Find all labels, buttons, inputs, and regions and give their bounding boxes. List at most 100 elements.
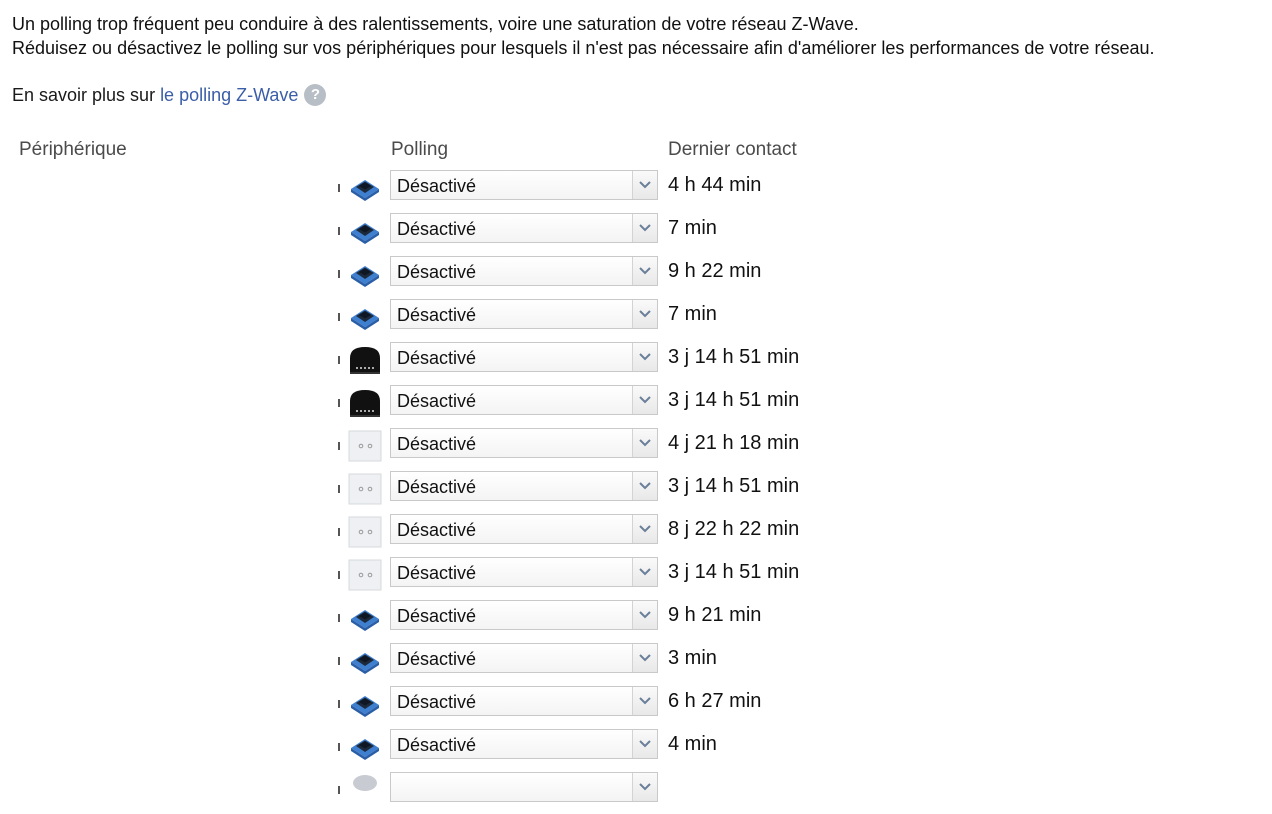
device-name-fragment [338, 270, 340, 278]
chevron-down-icon[interactable] [632, 429, 657, 457]
polling-select[interactable]: Désactivé [390, 643, 658, 673]
device-name-fragment [338, 442, 340, 450]
last-contact-value: 3 min [668, 647, 717, 669]
polling-zwave-link[interactable]: le polling Z-Wave [160, 83, 298, 107]
polling-value: Désactivé [397, 262, 477, 282]
table-row: Désactivé 7 min [0, 212, 1272, 255]
polling-select[interactable]: Désactivé [390, 600, 658, 630]
blue-module-icon [348, 602, 382, 634]
table-row: Désactivé 4 min [0, 728, 1272, 771]
polling-select[interactable]: Désactivé [390, 385, 658, 415]
last-contact-value: 4 j 21 h 18 min [668, 432, 800, 454]
polling-select[interactable]: Désactivé [390, 686, 658, 716]
table-row: Désactivé 3 min [0, 642, 1272, 685]
table-row: Désactivé 9 h 22 min [0, 255, 1272, 298]
wall-switch-icon [348, 430, 382, 462]
device-name-fragment [338, 184, 340, 192]
polling-select[interactable]: Désactivé [390, 170, 658, 200]
chevron-down-icon[interactable] [632, 601, 657, 629]
polling-select[interactable]: Désactivé [390, 729, 658, 759]
chevron-down-icon[interactable] [632, 300, 657, 328]
polling-select[interactable]: Désactivé [390, 299, 658, 329]
device-name-fragment [338, 313, 340, 321]
device-name-fragment [338, 227, 340, 235]
learn-more-prefix: En savoir plus sur [12, 85, 156, 105]
polling-select[interactable]: Désactivé [390, 428, 658, 458]
help-icon[interactable]: ? [304, 84, 327, 106]
polling-value: Désactivé [397, 692, 477, 712]
last-contact-value: 3 j 14 h 51 min [668, 561, 800, 583]
intro-text: Un polling trop fréquent peu conduire à … [12, 12, 1154, 60]
table-row [0, 771, 1272, 814]
chevron-down-icon[interactable] [632, 257, 657, 285]
intro-line-2: Réduisez ou désactivez le polling sur vo… [12, 38, 1155, 58]
blue-module-icon [348, 688, 382, 720]
last-contact-value: 9 h 22 min [668, 260, 762, 282]
polling-value: Désactivé [397, 219, 477, 239]
last-contact-value: 6 h 27 min [668, 690, 762, 712]
device-table: Désactivé 4 h 44 min Désactivé 7 min Désacti… [0, 169, 1272, 814]
last-contact-value: 7 min [668, 303, 717, 325]
chevron-down-icon[interactable] [632, 472, 657, 500]
polling-select[interactable]: Désactivé [390, 213, 658, 243]
blue-module-icon [348, 258, 382, 290]
device-name-fragment [338, 356, 340, 364]
device-name-fragment [338, 614, 340, 622]
round-sensor-icon [348, 774, 382, 806]
chevron-down-icon[interactable] [632, 644, 657, 672]
polling-select[interactable]: Désactivé [390, 514, 658, 544]
polling-value: Désactivé [397, 477, 477, 497]
device-name-fragment [338, 700, 340, 708]
polling-select[interactable]: Désactivé [390, 557, 658, 587]
polling-select[interactable]: Désactivé [390, 471, 658, 501]
table-row: Désactivé 9 h 21 min [0, 599, 1272, 642]
table-row: Désactivé 3 j 14 h 51 min [0, 470, 1272, 513]
device-name-fragment [338, 657, 340, 665]
blue-module-icon [348, 301, 382, 333]
chevron-down-icon[interactable] [632, 386, 657, 414]
polling-value: Désactivé [397, 434, 477, 454]
last-contact-value: 9 h 21 min [668, 604, 762, 626]
polling-value: Désactivé [397, 735, 477, 755]
last-contact-value: 3 j 14 h 51 min [668, 346, 800, 368]
polling-value: Désactivé [397, 563, 477, 583]
chevron-down-icon[interactable] [632, 171, 657, 199]
chevron-down-icon[interactable] [632, 343, 657, 371]
polling-select[interactable]: Désactivé [390, 342, 658, 372]
last-contact-value: 7 min [668, 217, 717, 239]
header-device: Périphérique [19, 139, 127, 160]
device-name-fragment [338, 485, 340, 493]
table-row: Désactivé 8 j 22 h 22 min [0, 513, 1272, 556]
blue-module-icon [348, 215, 382, 247]
chevron-down-icon[interactable] [632, 730, 657, 758]
last-contact-value: 4 min [668, 733, 717, 755]
table-row: Désactivé 4 h 44 min [0, 169, 1272, 212]
polling-value: Désactivé [397, 305, 477, 325]
learn-more: En savoir plus sur le polling Z-Wave ? [12, 83, 327, 107]
header-polling: Polling [391, 139, 449, 160]
chevron-down-icon[interactable] [632, 558, 657, 586]
polling-select[interactable]: Désactivé [390, 256, 658, 286]
chevron-down-icon[interactable] [632, 773, 657, 801]
polling-value: Désactivé [397, 348, 477, 368]
last-contact-value: 3 j 14 h 51 min [668, 475, 800, 497]
polling-value: Désactivé [397, 176, 477, 196]
table-row: Désactivé 4 j 21 h 18 min [0, 427, 1272, 470]
device-name-fragment [338, 399, 340, 407]
header-last-contact: Dernier contact [668, 139, 797, 160]
chevron-down-icon[interactable] [632, 214, 657, 242]
chevron-down-icon[interactable] [632, 687, 657, 715]
polling-value: Désactivé [397, 606, 477, 626]
device-name-fragment [338, 786, 340, 794]
intro-line-1: Un polling trop fréquent peu conduire à … [12, 14, 859, 34]
table-row: Désactivé 3 j 14 h 51 min [0, 384, 1272, 427]
polling-value: Désactivé [397, 520, 477, 540]
polling-value: Désactivé [397, 391, 477, 411]
wall-switch-icon [348, 473, 382, 505]
blue-module-icon [348, 731, 382, 763]
chevron-down-icon[interactable] [632, 515, 657, 543]
table-row: Désactivé 6 h 27 min [0, 685, 1272, 728]
last-contact-value: 4 h 44 min [668, 174, 762, 196]
device-name-fragment [338, 571, 340, 579]
wall-switch-icon [348, 559, 382, 591]
